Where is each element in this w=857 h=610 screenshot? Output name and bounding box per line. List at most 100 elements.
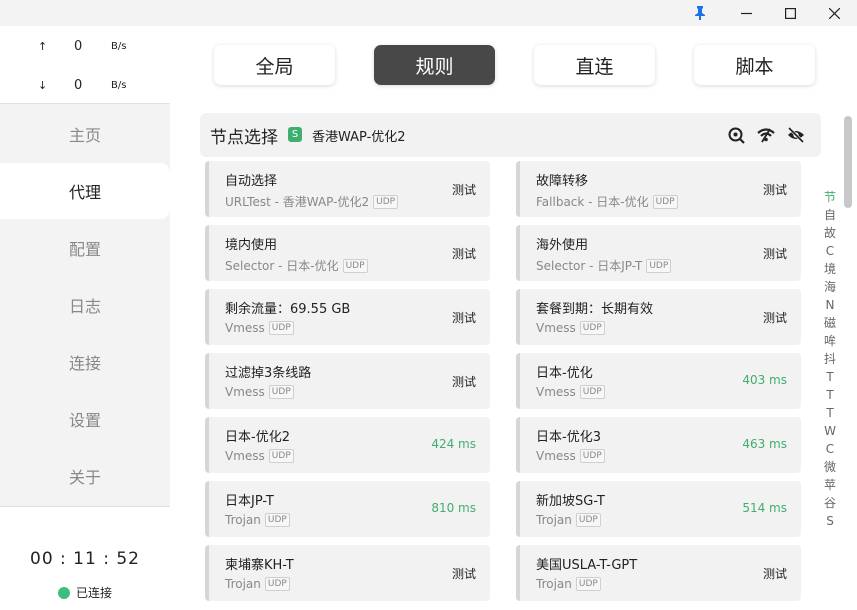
proxy-delay[interactable]: 463 ms [742,437,787,451]
alpha-index-item[interactable]: 境 [824,260,836,278]
udp-tag: UDP [579,385,605,399]
alpha-index-item[interactable]: 磁 [824,314,836,332]
udp-tag: UDP [264,513,290,527]
proxy-delay[interactable]: 514 ms [742,501,787,515]
alpha-index-item[interactable]: 苹 [824,476,836,494]
alpha-index-item[interactable]: 自 [824,206,836,224]
eye-off-icon[interactable] [787,126,805,144]
download-speed: ↓ 0 B/s [0,75,170,95]
proxy-type: Trojan [536,577,572,591]
proxy-test-button[interactable]: 测试 [763,309,787,326]
mode-script-button[interactable]: 脚本 [694,45,815,85]
status-dot-icon [58,586,70,599]
alpha-index-item[interactable]: 节 [824,188,836,206]
nav-item-profiles[interactable]: 配置 [0,220,170,276]
alpha-index-item[interactable]: 抖 [824,350,836,368]
group-title: 节点选择 [210,127,278,148]
nav-item-about[interactable]: 关于 [0,448,170,504]
wifi-icon[interactable] [757,126,775,144]
proxy-test-button[interactable]: 测试 [452,565,476,582]
proxy-type-row: Trojan UDP [536,513,601,527]
alpha-index-item[interactable]: S [826,512,834,530]
upload-speed: ↑ 0 B/s [0,36,170,56]
scrollbar-thumb[interactable] [844,116,852,208]
proxy-card[interactable]: 海外使用 Selector - 日本JP-T UDP 测试 [516,225,801,281]
proxy-name: 日本-优化 [536,366,593,381]
proxy-type: Trojan [225,577,261,591]
proxy-card[interactable]: 日本-优化3 Vmess UDP 463 ms [516,417,801,473]
proxy-delay[interactable]: 424 ms [431,437,476,451]
proxy-type-row: Fallback - 日本-优化 UDP [536,193,678,210]
search-icon[interactable] [727,126,745,144]
alpha-index-item[interactable]: T [826,368,833,386]
proxy-type: URLTest - 香港WAP-优化2 [225,195,370,209]
proxy-card[interactable]: 日本-优化 Vmess UDP 403 ms [516,353,801,409]
udp-tag: UDP [268,449,294,463]
proxy-name: 境内使用 [225,238,278,253]
proxy-type-row: Vmess UDP [225,321,294,335]
alpha-index-item[interactable]: W [824,422,836,440]
nav-item-connections[interactable]: 连接 [0,334,170,390]
alpha-index-item[interactable]: 微 [824,458,836,476]
proxy-type: Trojan [536,513,572,527]
proxy-card[interactable]: 套餐到期：长期有效 Vmess UDP 测试 [516,289,801,345]
proxy-card[interactable]: 自动选择 URLTest - 香港WAP-优化2 UDP 测试 [205,161,490,217]
alpha-index-item[interactable]: 海 [824,278,836,296]
proxy-type: Vmess [536,449,576,463]
mode-global-button[interactable]: 全局 [214,45,335,85]
pin-icon[interactable] [678,0,722,26]
download-arrow-icon: ↓ [38,78,48,92]
proxy-test-button[interactable]: 测试 [452,245,476,262]
proxy-test-button[interactable]: 测试 [763,565,787,582]
proxy-type-row: Selector - 日本-优化 UDP [225,257,368,274]
connection-status[interactable]: 已连接 [58,584,112,601]
nav-item-proxy[interactable]: 代理 [0,163,170,219]
alpha-index-item[interactable]: 故 [824,224,836,242]
alpha-index-item[interactable]: N [826,296,835,314]
proxy-name: 柬埔寨KH-T [225,558,294,573]
proxy-type: Trojan [225,513,261,527]
alpha-index-item[interactable]: C [826,242,834,260]
alpha-index[interactable]: 节自故C境海N磁哞抖TTTWC微苹谷S [820,188,840,530]
proxy-card[interactable]: 新加坡SG-T Trojan UDP 514 ms [516,481,801,537]
alpha-index-item[interactable]: T [826,404,833,422]
proxy-card[interactable]: 故障转移 Fallback - 日本-优化 UDP 测试 [516,161,801,217]
connection-timer: 00 : 11 : 52 [30,549,140,569]
maximize-button[interactable] [768,0,812,26]
alpha-index-item[interactable]: 哞 [824,332,836,350]
nav-item-settings[interactable]: 设置 [0,391,170,447]
udp-tag: UDP [373,194,399,209]
alpha-index-item[interactable]: T [826,386,833,404]
proxy-group-header[interactable]: 节点选择 S 香港WAP-优化2 [200,113,821,157]
proxy-name: 海外使用 [536,238,589,253]
alpha-index-item[interactable]: 谷 [824,494,836,512]
proxy-card[interactable]: 境内使用 Selector - 日本-优化 UDP 测试 [205,225,490,281]
proxy-type-row: Vmess UDP [225,385,294,399]
proxy-delay[interactable]: 810 ms [431,501,476,515]
close-button[interactable] [812,0,856,26]
proxy-card[interactable]: 过滤掉3条线路 Vmess UDP 测试 [205,353,490,409]
proxy-name: 新加坡SG-T [536,494,605,509]
proxy-test-button[interactable]: 测试 [763,181,787,198]
proxy-test-button[interactable]: 测试 [452,181,476,198]
mode-direct-button[interactable]: 直连 [534,45,655,85]
proxy-test-button[interactable]: 测试 [452,309,476,326]
proxy-card[interactable]: 剩余流量：69.55 GB Vmess UDP 测试 [205,289,490,345]
proxy-card[interactable]: 柬埔寨KH-T Trojan UDP 测试 [205,545,490,601]
proxy-test-button[interactable]: 测试 [452,373,476,390]
proxy-type-row: Trojan UDP [225,513,290,527]
proxy-type: Vmess [536,321,576,335]
proxy-type: Vmess [225,385,265,399]
proxy-delay[interactable]: 403 ms [742,373,787,387]
proxy-type-row: URLTest - 香港WAP-优化2 UDP [225,193,399,210]
nav-item-home[interactable]: 主页 [0,106,170,162]
minimize-button[interactable] [724,0,768,26]
udp-tag: UDP [268,385,294,399]
proxy-test-button[interactable]: 测试 [763,245,787,262]
proxy-card[interactable]: 日本JP-T Trojan UDP 810 ms [205,481,490,537]
alpha-index-item[interactable]: C [826,440,834,458]
proxy-card[interactable]: 美国USLA-T-GPT Trojan UDP 测试 [516,545,801,601]
proxy-card[interactable]: 日本-优化2 Vmess UDP 424 ms [205,417,490,473]
mode-rule-button[interactable]: 规则 [374,45,495,85]
nav-item-logs[interactable]: 日志 [0,277,170,333]
